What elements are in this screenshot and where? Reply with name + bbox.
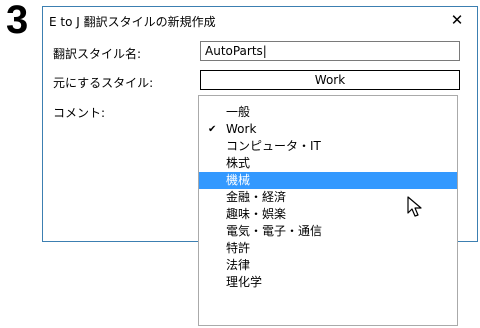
dropdown-option[interactable]: コンピュータ・IT: [199, 138, 457, 155]
dialog-title: E to J 翻訳スタイルの新規作成: [49, 15, 216, 29]
dropdown-option-label: 法律: [226, 258, 251, 272]
dropdown-option[interactable]: 機械: [199, 172, 457, 189]
close-icon: ✕: [450, 11, 464, 29]
dropdown-option-label: 株式: [226, 156, 251, 170]
dropdown-option[interactable]: 法律: [199, 257, 457, 274]
dropdown-option[interactable]: 株式: [199, 155, 457, 172]
checkmark-icon: ✔: [208, 124, 217, 135]
step-number: 3: [6, 0, 29, 42]
dropdown-option-label: Work: [226, 122, 257, 136]
title-bar: E to J 翻訳スタイルの新規作成 ✕: [43, 7, 477, 33]
dropdown-option-label: 理化学: [226, 275, 263, 289]
dropdown-option[interactable]: 理化学: [199, 274, 457, 291]
base-style-label: 元にするスタイル:: [53, 76, 154, 90]
dropdown-option-label: 特許: [226, 241, 251, 255]
dropdown-option-label: 趣味・娯楽: [226, 207, 287, 221]
dropdown-option[interactable]: 特許: [199, 240, 457, 257]
dropdown-option-label: 電気・電子・通信: [226, 224, 323, 238]
dropdown-option-label: 機械: [226, 173, 251, 187]
dropdown-option[interactable]: 一般: [199, 104, 457, 121]
close-button[interactable]: ✕: [437, 7, 477, 33]
dropdown-option[interactable]: 電気・電子・通信: [199, 223, 457, 240]
dropdown-option-label: コンピュータ・IT: [226, 139, 321, 153]
comment-label: コメント:: [53, 106, 106, 120]
style-name-label: 翻訳スタイル名:: [53, 47, 142, 61]
dropdown-option-label: 一般: [226, 105, 251, 119]
dropdown-option[interactable]: ✔ Work: [199, 121, 457, 138]
style-name-input[interactable]: [200, 41, 460, 61]
dropdown-option-label: 金融・経済: [226, 190, 287, 204]
mouse-pointer-icon: [407, 196, 422, 217]
base-style-select[interactable]: Work: [200, 70, 460, 90]
